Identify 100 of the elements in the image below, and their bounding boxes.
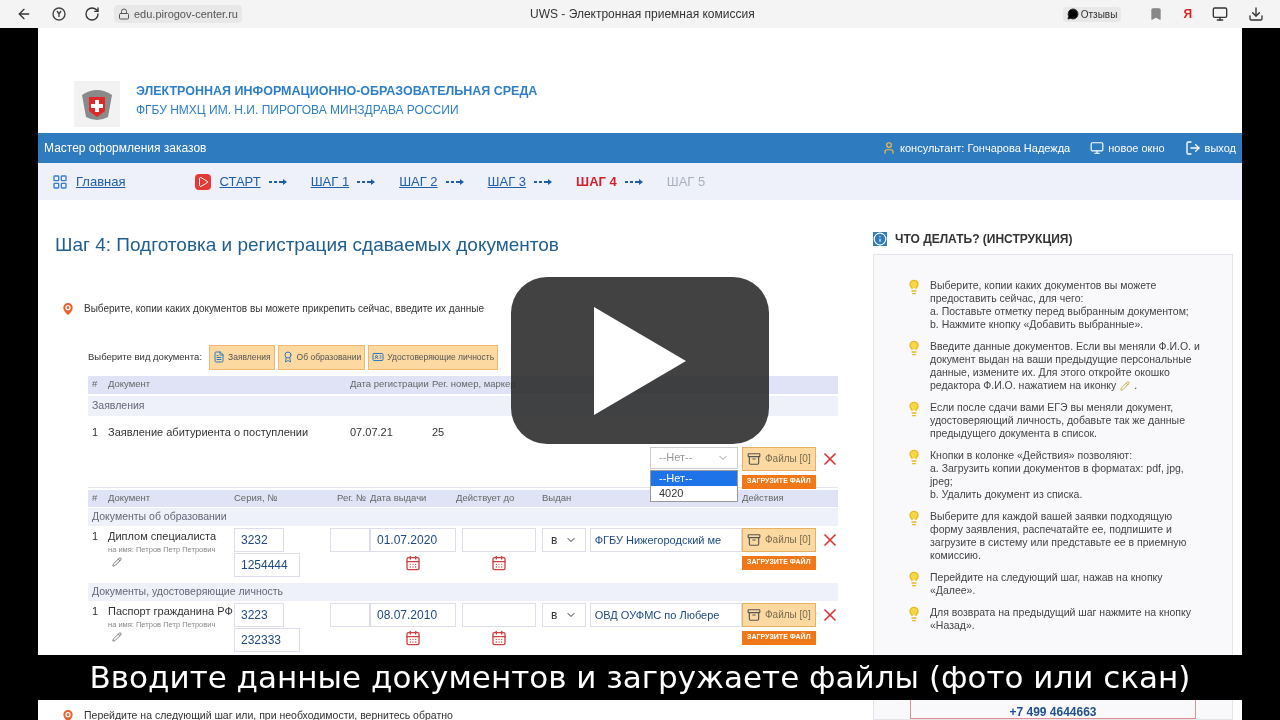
reload-icon[interactable] xyxy=(84,6,100,22)
issuer-type-select[interactable]: в xyxy=(542,527,586,552)
consultant-name: консультант: Гончарова Надежда xyxy=(900,140,1071,156)
instruction-text: Кнопки в колонке «Действия» позволяют: a. Загрузить копии документов в форматах: pdf, jpg, jpeg; b. Удалить документ из списка. xyxy=(930,449,1185,501)
instruction-text: Перейдите на следующий шаг, нажав на кнопку «Далее». xyxy=(930,571,1164,597)
hint-text: Выберите, копии каких документов вы можете прикрепить сейчас, введите их данные xyxy=(84,302,484,316)
group-title: Документы, удостоверяющие личность xyxy=(92,583,284,599)
reg-number-field[interactable] xyxy=(330,602,370,627)
arrow-icon xyxy=(624,177,643,186)
play-icon xyxy=(195,173,212,190)
portal-subtitle: ФГБУ НМХЦ ИМ. Н.И. ПИРОГОВА МИНЗДРАВА РОССИИ xyxy=(136,102,460,119)
document-name: Заявление абитуриента о поступлении xyxy=(108,424,310,440)
map-pin-icon xyxy=(60,300,76,317)
step-link[interactable]: ШАГ 2 xyxy=(399,171,438,192)
column-header: Действия xyxy=(742,490,784,505)
series-field[interactable]: 3232 xyxy=(234,527,284,552)
issue-date-field[interactable]: 08.07.2010 xyxy=(370,602,456,627)
issue-date-field[interactable]: 01.07.2020 xyxy=(370,527,456,552)
lightbulb-icon xyxy=(906,510,922,526)
lightbulb-icon xyxy=(906,401,922,417)
number-field[interactable]: 232333 xyxy=(234,627,300,652)
step-link[interactable]: ШАГ 4 xyxy=(576,171,617,192)
page-heading: Шаг 4: Подготовка и регистрация сдаваемых документов xyxy=(55,233,560,257)
files-button[interactable]: Файлы [0] xyxy=(742,446,816,471)
dropdown-option[interactable]: 4020 xyxy=(651,485,737,501)
issuer-field[interactable]: ФГБУ Нижегородский ме xyxy=(589,527,742,552)
arrow-icon xyxy=(268,177,287,186)
calendar-icon[interactable] xyxy=(491,554,507,571)
dropdown-option[interactable]: --Нет-- xyxy=(651,470,737,486)
instruction-text: Для возврата на предыдущий шаг нажмите на кнопку «Назад». xyxy=(930,606,1192,632)
instruction-text: Выберите для каждой вашей заявки подходящую форму заявления, распечатайте ее, подпишите и загрузите в систему или представьте ее в приемную комиссию. xyxy=(930,510,1188,562)
instructions-title: ЧТО ДЕЛАТЬ? (ИНСТРУКЦИЯ) xyxy=(895,231,1073,248)
step-link[interactable]: ШАГ 1 xyxy=(310,171,350,192)
download-icon[interactable] xyxy=(1248,6,1264,22)
column-header: # xyxy=(92,377,98,392)
calendar-icon[interactable] xyxy=(491,629,507,646)
files-button[interactable]: Файлы [0] xyxy=(742,602,816,627)
pencil-icon[interactable] xyxy=(112,632,122,643)
subtitle-text: Вводите данные документов и загружаете файлы (фото или скан) xyxy=(89,658,1191,698)
exit-link[interactable]: выход xyxy=(1204,139,1236,157)
registration-date: 07.07.21 xyxy=(350,424,394,440)
page-title: UWS - Электронная приемная комиссия xyxy=(530,6,755,23)
user-icon xyxy=(882,141,897,155)
row-number: 1 xyxy=(92,424,100,440)
instruction-text: Выберите, копии каких документов вы можете предоставить сейчас, для чего: a. Поставьте отметку перед выбранным документом; b. Нажмите кнопку «Добавить выбранные». xyxy=(930,279,1190,331)
url-field[interactable]: edu.pirogov-center.ru xyxy=(114,5,242,23)
valid-until-field[interactable] xyxy=(462,527,536,552)
new-window-link[interactable]: новое окно xyxy=(1108,139,1165,157)
portal-title: ЭЛЕКТРОННАЯ ИНФОРМАЦИОННО-ОБРАЗОВАТЕЛЬНАЯ СРЕДА xyxy=(136,83,538,101)
files-button[interactable]: Файлы [0] xyxy=(742,527,816,552)
series-field[interactable]: 3223 xyxy=(234,602,284,627)
number-field[interactable]: 1254444 xyxy=(234,552,300,577)
issuer-field[interactable]: ОВД ОУФМС по Любере xyxy=(589,602,742,627)
arrow-icon xyxy=(445,177,464,186)
wizard-title: Мастер оформления заказов xyxy=(44,140,207,157)
column-header: # xyxy=(92,490,98,505)
lightbulb-icon xyxy=(906,606,922,622)
column-header: Серия, № xyxy=(234,490,278,505)
lightbulb-icon xyxy=(906,571,922,587)
exit-icon xyxy=(1184,140,1201,156)
lock-icon xyxy=(118,8,130,20)
doc-type-button[interactable]: Об образовании xyxy=(277,344,366,370)
browser-logo-icon[interactable] xyxy=(52,7,66,21)
lightbulb-icon xyxy=(906,340,922,356)
period-text: . xyxy=(1134,379,1138,392)
column-header: Дата выдачи xyxy=(370,490,427,505)
column-header: Документ xyxy=(108,377,151,392)
lightbulb-icon xyxy=(906,449,922,465)
back-icon[interactable] xyxy=(16,6,32,22)
issuer-type-select[interactable]: в xyxy=(542,602,586,627)
feedback-button[interactable]: Отзывы xyxy=(1062,6,1122,22)
archive-icon xyxy=(747,607,761,622)
document-name: Диплом специалиста xyxy=(108,528,218,544)
reg-number-field[interactable] xyxy=(330,527,370,552)
step-link[interactable]: СТАРТ xyxy=(219,171,261,192)
column-header: Дата регистрации xyxy=(350,377,429,392)
arrow-icon xyxy=(357,177,376,186)
doc-type-button[interactable]: Удостоверяющие личность xyxy=(368,344,499,370)
calendar-icon[interactable] xyxy=(405,554,421,571)
info-icon xyxy=(873,232,887,246)
phone-number: +7 499 4644663 xyxy=(1009,704,1097,720)
calendar-icon[interactable] xyxy=(405,629,421,646)
column-header: Документ xyxy=(108,490,151,505)
yandex-button[interactable]: Я xyxy=(1183,5,1192,23)
valid-until-field[interactable] xyxy=(462,602,536,627)
step-link[interactable]: ШАГ 3 xyxy=(487,171,527,192)
pencil-icon xyxy=(1120,380,1131,391)
archive-icon xyxy=(747,532,761,547)
document-name: Паспорт гражданина РФ xyxy=(108,603,234,619)
column-header: Рег. № xyxy=(337,490,367,505)
doc-type-label: Выберите вид документа: xyxy=(88,349,203,364)
row-number: 1 xyxy=(92,603,100,619)
registration-number: 25 xyxy=(432,424,446,440)
doc-type-button[interactable]: Заявления xyxy=(209,344,275,370)
archive-icon xyxy=(747,451,761,466)
pencil-icon[interactable] xyxy=(112,557,122,568)
step-link[interactable]: Главная xyxy=(76,171,126,192)
bookmark-icon[interactable] xyxy=(1149,7,1164,21)
window-icon xyxy=(1090,141,1105,155)
column-header: Действует до xyxy=(456,490,515,505)
